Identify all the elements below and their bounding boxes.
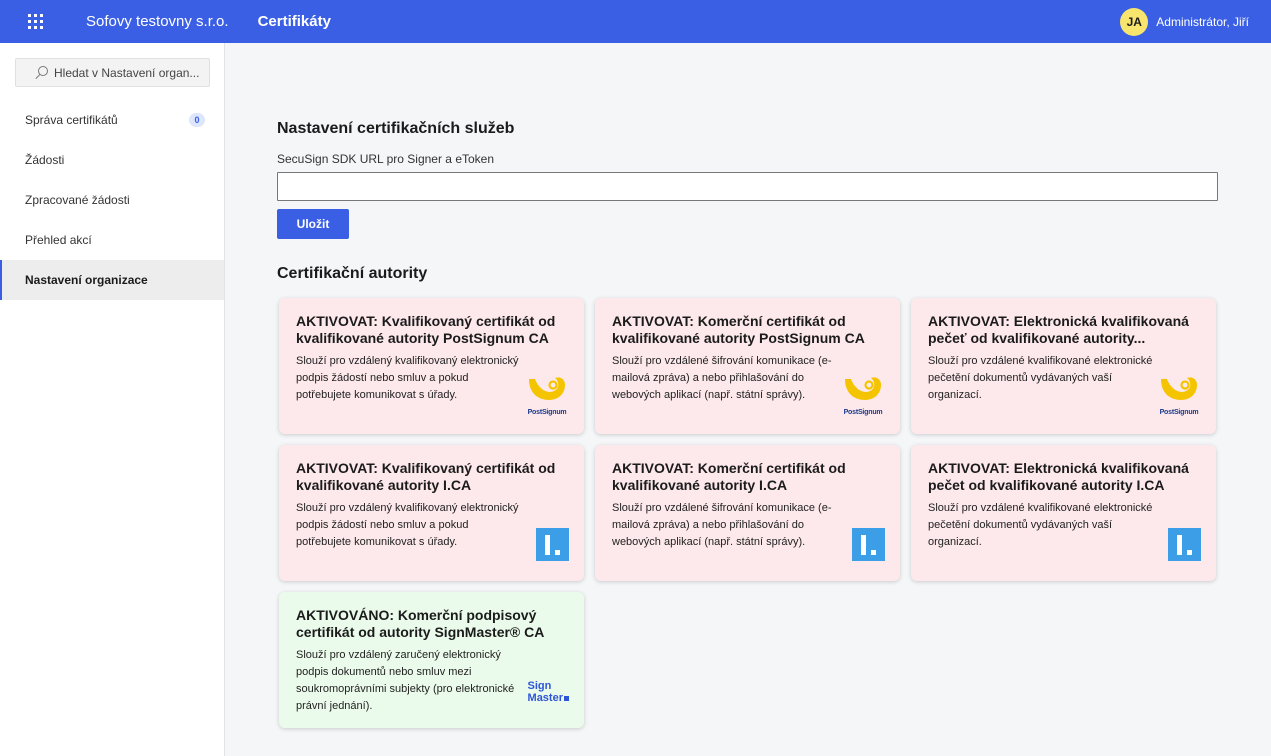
card-title: AKTIVOVAT: Elektronická kvalifikovaná pe…: [928, 460, 1189, 493]
waffle-icon: [27, 14, 43, 29]
card-title: AKTIVOVAT: Elektronická kvalifikovaná pe…: [928, 313, 1189, 346]
org-name[interactable]: Sofovy testovny s.r.o.: [86, 13, 229, 30]
post-horn-icon: [529, 377, 565, 400]
post-horn-icon: [845, 377, 881, 400]
sidebar-item-action-overview[interactable]: Přehled akcí: [0, 220, 224, 260]
search-icon: [34, 65, 48, 80]
authority-card-postsignum-seal[interactable]: AKTIVOVAT: Elektronická kvalifikovaná pe…: [911, 298, 1216, 434]
sidebar-search[interactable]: [15, 58, 210, 87]
sidebar-item-requests[interactable]: Žádosti: [0, 140, 224, 180]
sidebar-item-label: Nastavení organizace: [25, 273, 148, 287]
card-description: Slouží pro vzdálený kvalifikovaný elektr…: [296, 355, 519, 401]
sidebar-item-certificate-management[interactable]: Správa certifikátů 0: [0, 100, 224, 140]
main-content: Nastavení certifikačních služeb SecuSign…: [225, 43, 1271, 756]
logo-text: Master: [527, 692, 563, 704]
authorities-title: Certifikační autority: [277, 265, 428, 282]
logo-text: Sign: [527, 680, 552, 692]
card-description: Slouží pro vzdálený kvalifikovaný elektr…: [296, 502, 519, 548]
sidebar-item-processed-requests[interactable]: Zpracované žádosti: [0, 180, 224, 220]
authority-card-ica-qualified[interactable]: AKTIVOVAT: Kvalifikovaný certifikát od k…: [279, 445, 584, 581]
card-description: Slouží pro vzdálený zaručený elektronick…: [296, 649, 515, 712]
card-description: Slouží pro vzdálené kvalifikované elektr…: [928, 355, 1153, 401]
post-horn-icon: [1161, 377, 1197, 400]
authority-card-ica-seal[interactable]: AKTIVOVAT: Elektronická kvalifikovaná pe…: [911, 445, 1216, 581]
ica-logo: [536, 528, 569, 561]
sidebar-item-label: Zpracované žádosti: [25, 193, 130, 207]
avatar: JA: [1120, 7, 1149, 36]
app-title[interactable]: Certifikáty: [258, 13, 331, 30]
app-launcher-button[interactable]: [0, 0, 70, 43]
sidebar: Správa certifikátů 0 Žádosti Zpracované …: [0, 43, 225, 756]
top-bar: Sofovy testovny s.r.o. Certifikáty JA Ad…: [0, 0, 1271, 43]
logo-text: PostSignum: [1159, 409, 1199, 416]
sdk-url-label: SecuSign SDK URL pro Signer a eToken: [277, 152, 495, 166]
card-title: AKTIVOVAT: Kvalifikovaný certifikát od k…: [296, 460, 556, 493]
sidebar-item-label: Správa certifikátů: [25, 113, 118, 127]
sidebar-nav: Správa certifikátů 0 Žádosti Zpracované …: [0, 100, 224, 300]
card-title: AKTIVOVAT: Komerční certifikát od kvalif…: [612, 313, 865, 346]
signmaster-logo: Sign Master: [528, 680, 569, 704]
postsignum-logo: PostSignum: [1157, 376, 1201, 416]
card-title: AKTIVOVAT: Komerční certifikát od kvalif…: [612, 460, 846, 493]
count-badge: 0: [189, 113, 205, 127]
authority-card-ica-commercial[interactable]: AKTIVOVAT: Komerční certifikát od kvalif…: [595, 445, 900, 581]
card-description: Slouží pro vzdálené šifrování komunikace…: [612, 355, 832, 401]
sidebar-item-organization-settings[interactable]: Nastavení organizace: [0, 260, 224, 300]
ica-logo: [852, 528, 885, 561]
logo-text: PostSignum: [843, 409, 883, 416]
card-description: Slouží pro vzdálené šifrování komunikace…: [612, 502, 832, 548]
save-button[interactable]: Uložit: [277, 209, 349, 239]
authority-card-postsignum-qualified[interactable]: AKTIVOVAT: Kvalifikovaný certifikát od k…: [279, 298, 584, 434]
logo-text: PostSignum: [527, 409, 567, 416]
postsignum-logo: PostSignum: [525, 376, 569, 416]
card-title: AKTIVOVAT: Kvalifikovaný certifikát od k…: [296, 313, 556, 346]
sdk-url-input[interactable]: [277, 172, 1218, 201]
sidebar-item-label: Přehled akcí: [25, 233, 92, 247]
search-input[interactable]: [54, 65, 204, 80]
card-title: AKTIVOVÁNO: Komerční podpisový certifiká…: [296, 607, 545, 640]
card-description: Slouží pro vzdálené kvalifikované elektr…: [928, 502, 1153, 548]
ica-logo: [1168, 528, 1201, 561]
sidebar-item-label: Žádosti: [25, 153, 65, 167]
authority-card-signmaster[interactable]: AKTIVOVÁNO: Komerční podpisový certifiká…: [279, 592, 584, 728]
authority-card-postsignum-commercial[interactable]: AKTIVOVAT: Komerční certifikát od kvalif…: [595, 298, 900, 434]
settings-title: Nastavení certifikačních služeb: [277, 120, 515, 137]
postsignum-logo: PostSignum: [841, 376, 885, 416]
user-menu[interactable]: JA Administrátor, Jiří: [1120, 0, 1249, 43]
user-name: Administrátor, Jiří: [1156, 14, 1249, 29]
